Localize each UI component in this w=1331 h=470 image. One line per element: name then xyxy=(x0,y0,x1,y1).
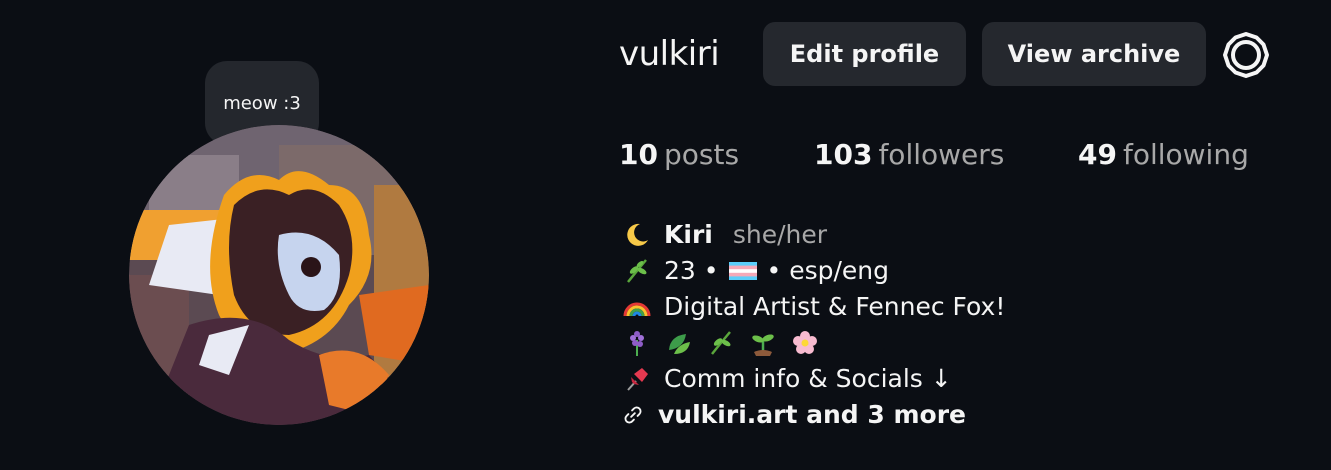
languages: esp/eng xyxy=(789,256,890,285)
pronouns: she/her xyxy=(732,220,828,249)
following-number: 49 xyxy=(1078,138,1117,171)
bio-plants-row xyxy=(622,325,1005,361)
posts-count: 10 posts xyxy=(619,138,739,171)
comm-info-text: Comm info & Socials ↓ xyxy=(664,364,952,393)
herb-icon xyxy=(627,259,647,283)
bio: Kiri she/her 23 • • esp/eng Digital Arti… xyxy=(622,217,1005,433)
bio-description-row: Digital Artist & Fennec Fox! xyxy=(622,289,1005,325)
separator: • xyxy=(766,256,782,285)
gear-icon[interactable] xyxy=(1222,31,1270,79)
pushpin-icon xyxy=(627,368,648,391)
leaves-icon xyxy=(669,334,690,354)
display-name: Kiri xyxy=(664,220,713,249)
following-label: following xyxy=(1122,138,1249,171)
edit-profile-button[interactable]: Edit profile xyxy=(763,22,966,86)
seedling-icon xyxy=(752,334,774,356)
bio-link[interactable]: vulkiri.art and 3 more xyxy=(622,397,1005,433)
profile-avatar[interactable] xyxy=(129,125,429,425)
trans-flag-icon xyxy=(728,262,757,280)
hyacinth-icon xyxy=(630,331,644,356)
link-icon xyxy=(624,406,642,424)
followers-number: 103 xyxy=(814,138,873,171)
username: vulkiri xyxy=(619,34,720,74)
moon-icon xyxy=(627,223,648,246)
bio-info-row: 23 • • esp/eng xyxy=(622,253,1005,289)
note-text: meow :3 xyxy=(223,92,301,114)
avatar-image xyxy=(129,125,429,425)
rainbow-icon xyxy=(623,302,651,317)
herb-icon xyxy=(711,331,731,355)
following-link[interactable]: 49 following xyxy=(1078,138,1249,171)
posts-number: 10 xyxy=(619,138,658,171)
age: 23 xyxy=(664,256,696,285)
description: Digital Artist & Fennec Fox! xyxy=(664,292,1006,321)
followers-link[interactable]: 103 followers xyxy=(814,138,1004,171)
posts-label: posts xyxy=(663,138,740,171)
blossom-icon xyxy=(793,331,817,354)
bio-name-row: Kiri she/her xyxy=(622,217,1005,253)
followers-label: followers xyxy=(878,138,1005,171)
separator: • xyxy=(703,256,719,285)
link-text[interactable]: vulkiri.art and 3 more xyxy=(658,397,966,433)
view-archive-button[interactable]: View archive xyxy=(982,22,1206,86)
bio-comm-row: Comm info & Socials ↓ xyxy=(622,361,1005,397)
